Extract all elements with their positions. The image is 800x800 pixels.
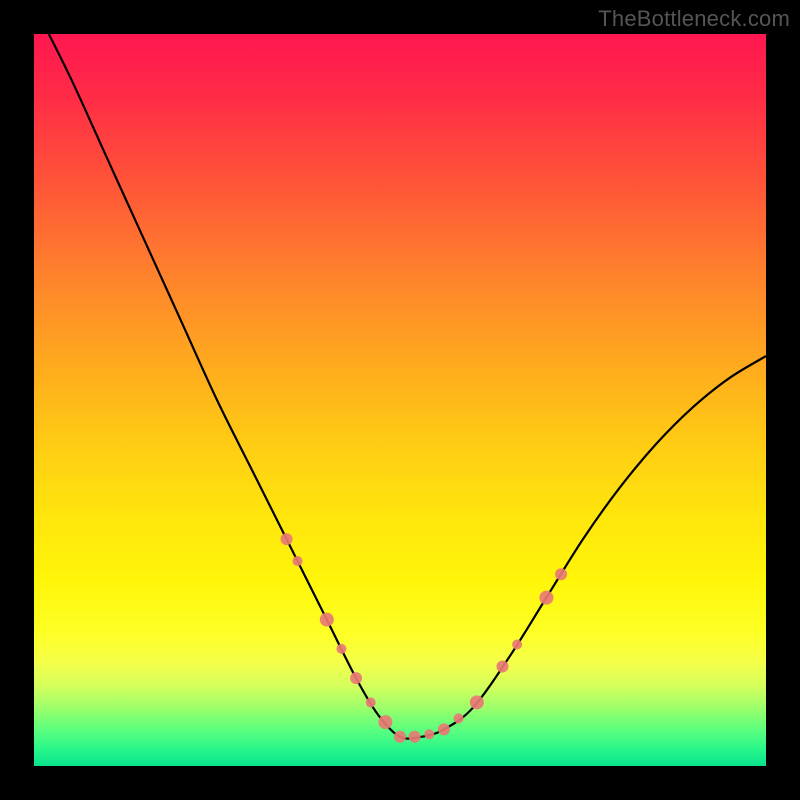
curve-marker	[366, 698, 376, 708]
curve-marker	[350, 672, 362, 684]
curve-marker	[555, 568, 567, 580]
curve-marker	[496, 660, 508, 672]
curve-marker	[512, 639, 522, 649]
curve-marker	[438, 723, 450, 735]
curve-marker	[454, 713, 464, 723]
curve-markers	[281, 533, 568, 743]
curve-marker	[394, 731, 406, 743]
chart-frame: TheBottleneck.com	[0, 0, 800, 800]
curve-layer	[34, 34, 766, 766]
bottleneck-curve	[34, 5, 766, 739]
curve-marker	[293, 556, 303, 566]
curve-marker	[409, 731, 421, 743]
curve-marker	[470, 695, 484, 709]
curve-marker	[539, 591, 553, 605]
curve-marker	[336, 644, 346, 654]
curve-marker	[320, 613, 334, 627]
curve-marker	[424, 729, 434, 739]
plot-area	[34, 34, 766, 766]
curve-marker	[378, 715, 392, 729]
curve-marker	[281, 533, 293, 545]
watermark-text: TheBottleneck.com	[598, 6, 790, 32]
